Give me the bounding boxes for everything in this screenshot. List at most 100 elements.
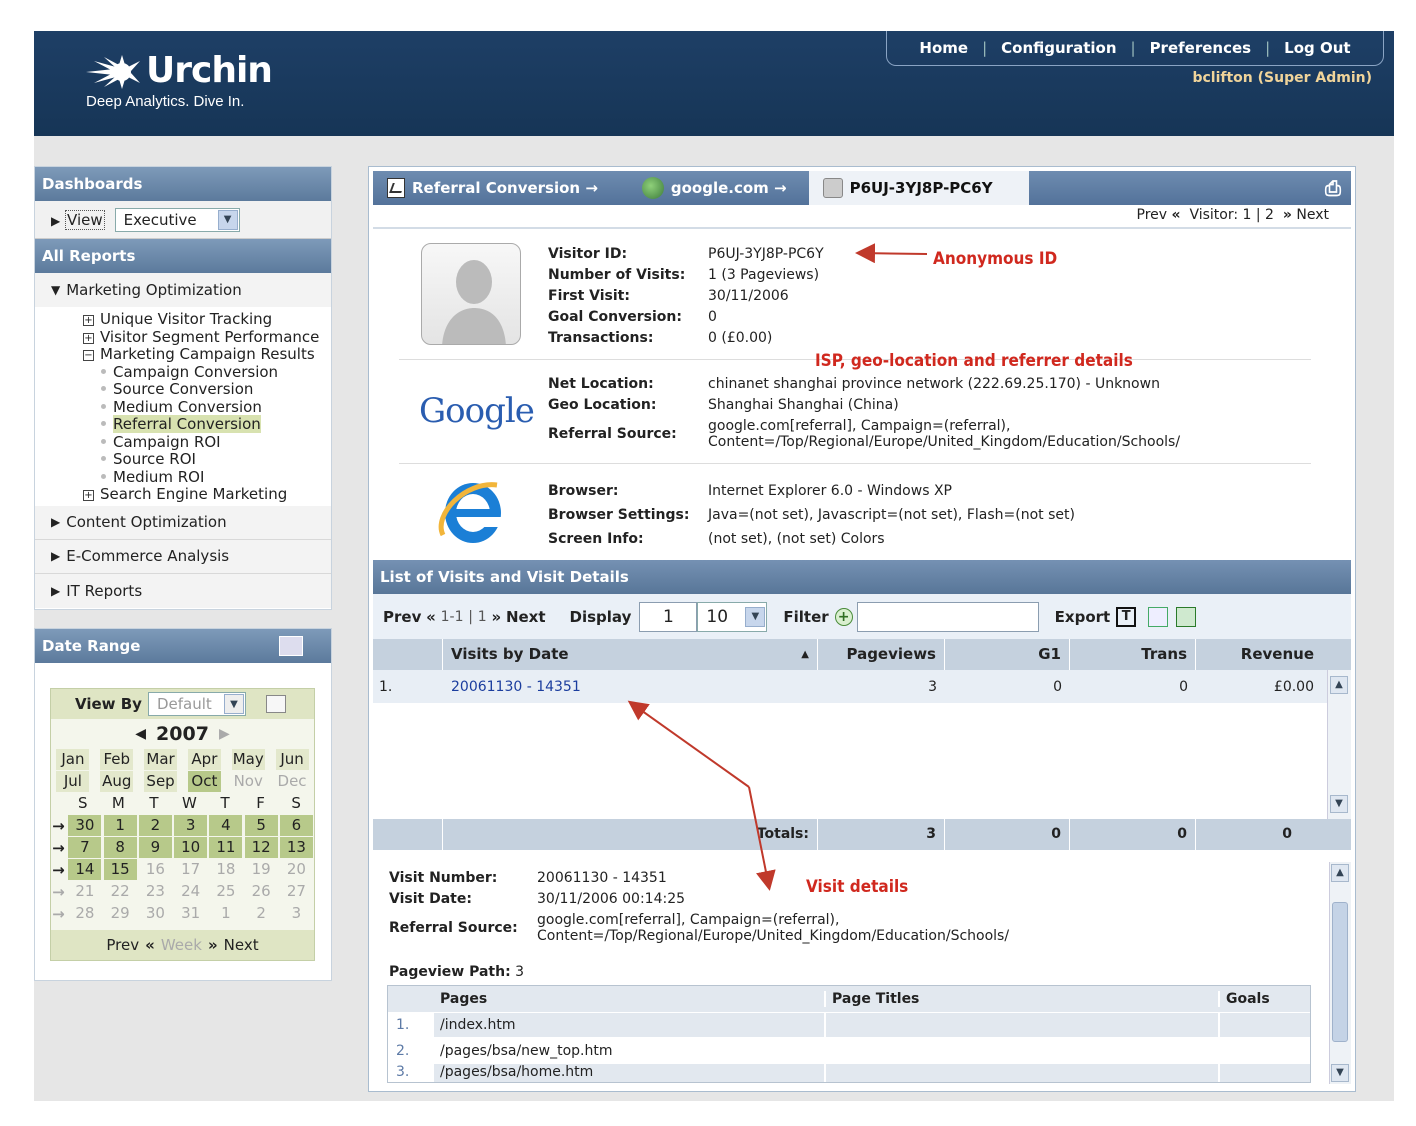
col-trans[interactable]: Trans (1070, 639, 1196, 670)
calendar-day[interactable]: 14 (68, 859, 102, 880)
view-by-select[interactable]: Default ▼ (147, 692, 246, 716)
month-sep[interactable]: Sep (144, 771, 178, 792)
col-pageviews[interactable]: Pageviews (818, 639, 945, 670)
calendar-day[interactable]: 4 (209, 815, 243, 836)
double-right-icon: » (207, 936, 218, 954)
add-filter-icon[interactable]: + (834, 607, 853, 626)
month-jun[interactable]: Jun (275, 749, 309, 770)
calendar-day[interactable]: 15 (103, 859, 137, 880)
month-oct[interactable]: Oct (187, 771, 221, 792)
calendar-day[interactable]: 2 (138, 815, 172, 836)
nav-it-reports[interactable]: ▶ IT Reports (35, 573, 331, 608)
month-aug[interactable]: Aug (100, 771, 134, 792)
next-year-icon[interactable]: ▶ (219, 726, 230, 742)
nav-ecommerce[interactable]: ▶ E-Commerce Analysis (35, 539, 331, 574)
list-next-link[interactable]: Next (506, 608, 546, 626)
select-week-icon[interactable]: → (52, 817, 66, 835)
calendar-day[interactable]: 5 (244, 815, 278, 836)
scroll-up-icon[interactable]: ▲ (1331, 864, 1349, 882)
calendar-day[interactable]: 12 (244, 837, 278, 858)
calendar-day[interactable]: 1 (103, 815, 137, 836)
calendar-day[interactable]: 10 (174, 837, 208, 858)
scroll-up-icon[interactable]: ▲ (1330, 676, 1348, 694)
cal-next-link[interactable]: Next (224, 936, 259, 954)
nav-label: Content Optimization (66, 513, 227, 531)
configuration-link[interactable]: Configuration (1001, 39, 1116, 57)
calendar-icon[interactable] (279, 636, 303, 656)
calendar-day[interactable]: 11 (209, 837, 243, 858)
scroll-down-icon[interactable]: ▼ (1331, 1064, 1349, 1082)
visit-link[interactable]: 20061130 - 14351 (443, 679, 818, 695)
printer-icon[interactable]: ⎙ (1325, 176, 1341, 200)
home-link[interactable]: Home (919, 39, 968, 57)
pager-next[interactable]: Next (1296, 207, 1329, 223)
tree-visitor-segment[interactable]: + Visitor Segment Performance (83, 328, 331, 347)
tab-google[interactable]: google.com → (612, 171, 801, 205)
scroll-thumb[interactable] (1332, 902, 1348, 1042)
tree-unique-visitor-tracking[interactable]: + Unique Visitor Tracking (83, 310, 331, 329)
calendar-icon[interactable] (265, 695, 286, 713)
tree-item[interactable]: Source Conversion (83, 380, 331, 399)
select-week-icon[interactable]: → (52, 905, 66, 923)
expand-icon[interactable]: + (83, 490, 94, 501)
pager-visitor[interactable]: Visitor: 1 | 2 (1189, 207, 1274, 223)
select-week-icon[interactable]: → (52, 839, 66, 857)
pager-prev[interactable]: Prev (1137, 207, 1168, 223)
calendar-day[interactable]: 30 (68, 815, 102, 836)
export-text-icon[interactable]: T (1116, 606, 1137, 627)
tree-item-selected[interactable]: Referral Conversion (83, 415, 331, 434)
tree-item[interactable]: Medium ROI (83, 468, 331, 487)
tree-item[interactable]: Medium Conversion (83, 398, 331, 417)
tab-referral-conversion[interactable]: Referral Conversion → (373, 171, 612, 205)
cal-prev-link[interactable]: Prev (106, 936, 139, 954)
preferences-link[interactable]: Preferences (1150, 39, 1252, 57)
table-row[interactable]: 1. 20061130 - 14351 3 0 0 £0.00 (373, 670, 1327, 703)
net-location-label: Net Location: (548, 375, 654, 392)
display-count-select[interactable]: 10 ▼ (697, 601, 768, 632)
calendar-day[interactable]: 13 (279, 837, 313, 858)
col-visits-by-date[interactable]: Visits by Date ▲ (443, 639, 818, 670)
collapse-icon[interactable]: − (83, 350, 94, 361)
calendar-day[interactable]: 6 (279, 815, 313, 836)
calendar-day[interactable]: 8 (103, 837, 137, 858)
view-toggle[interactable]: ▶ View (51, 209, 105, 230)
month-mar[interactable]: Mar (144, 749, 178, 770)
scroll-down-icon[interactable]: ▼ (1330, 795, 1348, 813)
export-excel-icon[interactable] (1176, 606, 1197, 627)
display-start-input[interactable]: 1 (639, 601, 698, 632)
nav-marketing-optimization[interactable]: ▼ Marketing Optimization (35, 273, 331, 307)
select-week-icon[interactable]: → (52, 861, 66, 879)
double-left-icon: « (145, 936, 155, 954)
view-label: View (65, 209, 105, 230)
list-prev-link[interactable]: Prev (383, 608, 421, 626)
tab-visitor[interactable]: P6UJ-3YJ8P-PC6Y (808, 171, 1029, 205)
month-jul[interactable]: Jul (56, 771, 90, 792)
month-jan[interactable]: Jan (56, 749, 90, 770)
calendar-day[interactable]: 7 (68, 837, 102, 858)
tree-item[interactable]: Campaign ROI (83, 433, 331, 452)
list-page[interactable]: 1 (478, 609, 487, 625)
col-g1[interactable]: G1 (945, 639, 1070, 670)
nav-content-optimization[interactable]: ▶ Content Optimization (35, 505, 331, 540)
expand-icon[interactable]: + (83, 315, 94, 326)
visits-scrollbar[interactable]: ▲ ▼ (1327, 670, 1351, 819)
tree-campaign-results[interactable]: − Marketing Campaign Results (83, 345, 331, 364)
tree-item[interactable]: Source ROI (83, 450, 331, 469)
month-feb[interactable]: Feb (100, 749, 134, 770)
col-revenue[interactable]: Revenue (1196, 639, 1322, 670)
tree-item[interactable]: Campaign Conversion (83, 363, 331, 382)
filter-input[interactable] (856, 601, 1039, 632)
export-xml-icon[interactable] (1148, 606, 1169, 627)
calendar-day[interactable]: 3 (174, 815, 208, 836)
month-may[interactable]: May (231, 749, 265, 770)
triangle-down-icon: ▼ (51, 283, 61, 297)
logout-link[interactable]: Log Out (1284, 39, 1350, 57)
details-scrollbar[interactable]: ▲ ▼ (1329, 862, 1351, 1084)
select-week-icon[interactable]: → (52, 883, 66, 901)
dashboard-select[interactable]: Executive ▼ (114, 207, 240, 232)
calendar-day[interactable]: 9 (138, 837, 172, 858)
tree-search-engine-marketing[interactable]: + Search Engine Marketing (83, 485, 331, 504)
prev-year-icon[interactable]: ◀ (135, 726, 146, 742)
expand-icon[interactable]: + (83, 332, 94, 344)
month-apr[interactable]: Apr (187, 749, 221, 770)
